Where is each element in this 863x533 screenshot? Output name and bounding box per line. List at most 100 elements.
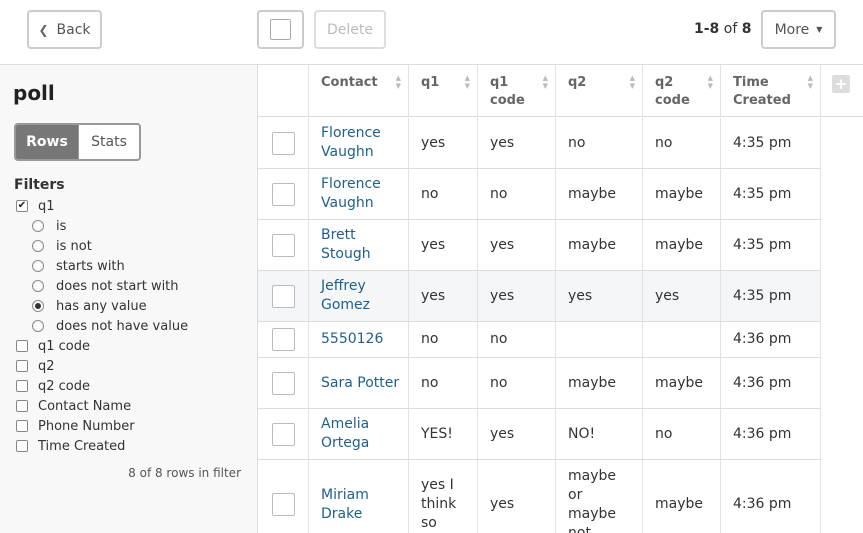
cell-q2-code <box>643 322 721 357</box>
header-q1-code[interactable]: q1 code ▲ ▼ <box>478 65 556 117</box>
operator-starts-with[interactable]: starts with <box>32 257 125 275</box>
cell-q1: no <box>409 322 478 357</box>
sort-arrows-icon[interactable]: ▲ ▼ <box>630 74 635 90</box>
cell-contact[interactable]: Brett Stough <box>309 220 409 270</box>
poll-title: poll <box>13 81 55 105</box>
header-q1[interactable]: q1 ▲ ▼ <box>409 65 478 117</box>
operator-is-not[interactable]: is not <box>32 237 92 255</box>
operator-radio[interactable] <box>32 300 44 312</box>
filter-q1-checkbox[interactable]: ✔ <box>16 200 28 212</box>
filter-phone-number[interactable]: Phone Number <box>16 417 135 435</box>
cell-contact[interactable]: Florence Vaughn <box>309 169 409 219</box>
cell-contact[interactable]: Amelia Ortega <box>309 409 409 459</box>
table-row[interactable]: Amelia Ortega YES! yes NO! no 4:36 pm <box>258 409 821 460</box>
cell-contact[interactable]: 5550126 <box>309 322 409 357</box>
filter-q1-code[interactable]: q1 code <box>16 337 90 355</box>
cell-contact[interactable]: Sara Potter <box>309 358 409 408</box>
cell-contact[interactable]: Jeffrey Gomez <box>309 271 409 321</box>
contact-link[interactable]: Florence Vaughn <box>321 175 408 213</box>
select-all-button[interactable] <box>257 10 304 49</box>
cell-value: NO! <box>568 425 596 442</box>
row-checkbox[interactable] <box>271 328 295 351</box>
cell-value: yes <box>655 287 680 304</box>
operator-radio[interactable] <box>32 260 44 272</box>
row-checkbox[interactable] <box>271 422 295 446</box>
operator-is[interactable]: is <box>32 217 66 235</box>
contact-link[interactable]: Brett Stough <box>321 226 408 264</box>
row-checkbox[interactable] <box>271 493 295 516</box>
operator-radio[interactable] <box>32 220 44 232</box>
cell-q1-code: no <box>478 322 556 357</box>
header-label: q1 code <box>490 75 525 108</box>
row-checkbox[interactable] <box>271 182 295 206</box>
cell-q2: maybe or maybe not <box>556 460 643 533</box>
table-row[interactable]: Florence Vaughn yes yes no no 4:35 pm <box>258 118 821 169</box>
operator-does-not-have-value[interactable]: does not have value <box>32 317 188 335</box>
filter-q2-code[interactable]: q2 code <box>16 377 90 395</box>
operator-radio[interactable] <box>32 240 44 252</box>
cell-q2-code: maybe <box>643 358 721 408</box>
row-checkbox[interactable] <box>271 284 295 308</box>
operator-label: does not have value <box>56 318 189 334</box>
filter-contact-name[interactable]: Contact Name <box>16 397 131 415</box>
contact-link[interactable]: Florence Vaughn <box>321 124 408 162</box>
header-time-created[interactable]: Time Created ▲ ▼ <box>721 65 821 117</box>
header-q2-code[interactable]: q2 code ▲ ▼ <box>643 65 721 117</box>
cell-contact[interactable]: Miriam Drake <box>309 460 409 533</box>
table-row[interactable]: Florence Vaughn no no maybe maybe 4:35 pm <box>258 169 821 220</box>
row-checkbox[interactable] <box>271 233 295 257</box>
sort-arrows-icon[interactable]: ▲ ▼ <box>543 74 548 90</box>
cell-q1-code: yes <box>478 220 556 270</box>
cell-value: maybe <box>568 185 617 202</box>
more-button[interactable]: More ▼ <box>761 10 836 49</box>
sort-arrows-icon[interactable]: ▲ ▼ <box>396 74 401 90</box>
pager-range: 1-8 <box>694 21 720 37</box>
operator-radio[interactable] <box>32 280 44 292</box>
cell-q1: yes <box>409 271 478 321</box>
filter-time-created[interactable]: Time Created <box>16 437 125 455</box>
cell-contact[interactable]: Florence Vaughn <box>309 118 409 168</box>
filter-checkbox[interactable] <box>16 420 28 432</box>
cell-value: 4:35 pm <box>733 134 792 151</box>
back-button[interactable]: ❮ Back <box>27 10 102 49</box>
view-toggle: Rows Stats <box>14 123 141 161</box>
filter-checkbox[interactable] <box>16 440 28 452</box>
plus-icon[interactable]: + <box>832 75 850 93</box>
cell-value: no <box>421 374 439 391</box>
operator-has-any-value[interactable]: has any value <box>32 297 147 315</box>
row-checkbox[interactable] <box>271 131 295 155</box>
table-row[interactable]: Sara Potter no no maybe maybe 4:36 pm <box>258 358 821 409</box>
operator-radio[interactable] <box>32 320 44 332</box>
contact-link[interactable]: Miriam Drake <box>321 486 408 524</box>
sort-arrows-icon[interactable]: ▲ ▼ <box>808 74 813 90</box>
filter-checkbox[interactable] <box>16 360 28 372</box>
table-row[interactable]: 5550126 no no 4:36 pm <box>258 322 821 358</box>
row-checkbox[interactable] <box>271 371 295 395</box>
filter-checkbox[interactable] <box>16 380 28 392</box>
contact-link[interactable]: 5550126 <box>321 330 383 349</box>
contact-link[interactable]: Sara Potter <box>321 374 399 393</box>
table-row[interactable]: Miriam Drake yes I think so yes maybe or ma… <box>258 460 821 533</box>
header-contact[interactable]: Contact ▲ ▼ <box>309 65 409 117</box>
select-all-checkbox[interactable] <box>270 19 291 40</box>
header-q2[interactable]: q2 ▲ ▼ <box>556 65 643 117</box>
table-row[interactable]: Brett Stough yes yes maybe maybe 4:35 pm <box>258 220 821 271</box>
cell-value: 4:36 pm <box>733 374 792 391</box>
rows-view-button[interactable]: Rows <box>16 125 79 159</box>
cell-time: 4:35 pm <box>721 169 821 219</box>
sort-arrows-icon[interactable]: ▲ ▼ <box>465 74 470 90</box>
operator-does-not-start-with[interactable]: does not start with <box>32 277 179 295</box>
operator-label: has any value <box>56 298 147 314</box>
operator-label: does not start with <box>56 278 179 294</box>
sort-arrows-icon[interactable]: ▲ ▼ <box>708 74 713 90</box>
contact-link[interactable]: Jeffrey Gomez <box>321 277 408 315</box>
contact-link[interactable]: Amelia Ortega <box>321 415 408 453</box>
filter-checkbox[interactable] <box>16 400 28 412</box>
delete-button[interactable]: Delete <box>314 10 386 49</box>
table-row[interactable]: Jeffrey Gomez yes yes yes yes 4:35 pm <box>258 271 821 322</box>
stats-view-button[interactable]: Stats <box>79 125 139 159</box>
filter-checkbox[interactable] <box>16 340 28 352</box>
filter-q1[interactable]: ✔ q1 <box>16 197 55 215</box>
cell-value: maybe <box>655 185 704 202</box>
filter-q2[interactable]: q2 <box>16 357 55 375</box>
